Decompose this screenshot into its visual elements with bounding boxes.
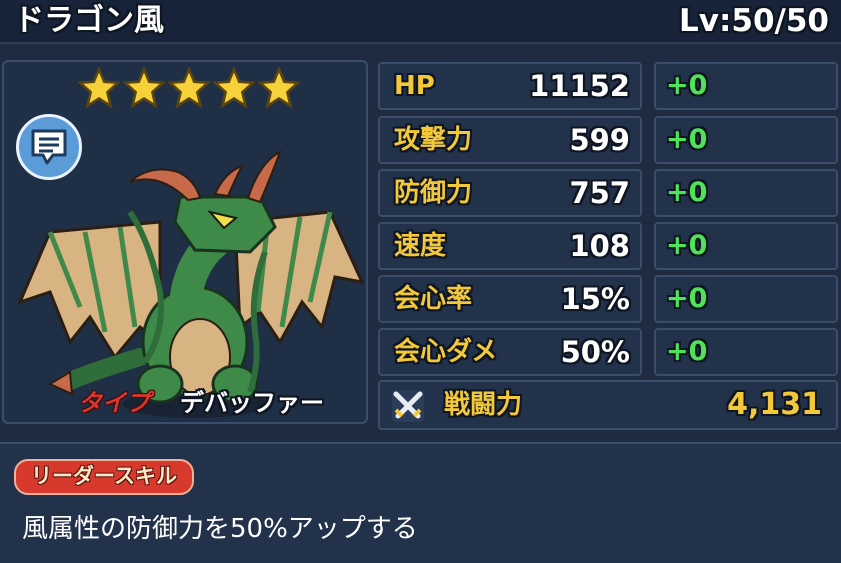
crossed-swords-icon bbox=[392, 390, 424, 422]
leader-skill-description: 風属性の防御力を50%アップする bbox=[22, 514, 418, 544]
bonus-row-crit-rate: +0 bbox=[654, 275, 838, 323]
stat-label: 会心ダメ bbox=[394, 337, 498, 367]
level-indicator: Lv:50/50 bbox=[679, 3, 829, 39]
star-icon bbox=[123, 67, 165, 109]
stat-row-speed: 速度 108 bbox=[378, 222, 642, 270]
combat-power-label: 戦闘力 bbox=[444, 390, 523, 420]
chat-bubble-button[interactable] bbox=[16, 114, 82, 180]
title-bar: ドラゴン風 Lv:50/50 bbox=[0, 0, 841, 44]
stat-row-crit-damage: 会心ダメ 50% bbox=[378, 328, 642, 376]
star-icon bbox=[258, 67, 300, 109]
bonus-value: +0 bbox=[666, 70, 708, 101]
star-icon bbox=[78, 67, 120, 109]
stat-value: 599 bbox=[569, 123, 630, 157]
star-icon bbox=[168, 67, 210, 109]
star-icon bbox=[213, 67, 255, 109]
speech-bubble-icon bbox=[31, 129, 67, 165]
type-value: デバッファー bbox=[180, 389, 324, 417]
leader-skill-tag: リーダースキル bbox=[14, 459, 194, 495]
combat-power-row: 戦闘力 4,131 bbox=[378, 380, 838, 430]
portrait-panel: タイプ デバッファー bbox=[2, 60, 368, 424]
bonus-value: +0 bbox=[666, 124, 708, 155]
type-label: タイプ bbox=[78, 389, 150, 417]
leader-skill-panel: リーダースキル 風属性の防御力を50%アップする bbox=[0, 442, 841, 563]
bonus-row-attack: +0 bbox=[654, 116, 838, 164]
bonus-row-speed: +0 bbox=[654, 222, 838, 270]
bonus-row-defense: +0 bbox=[654, 169, 838, 217]
stat-value: 757 bbox=[569, 176, 630, 210]
stat-value: 11152 bbox=[529, 69, 630, 103]
stat-value: 15% bbox=[560, 282, 630, 316]
bonus-value: +0 bbox=[666, 177, 708, 208]
stat-label: 会心率 bbox=[394, 284, 473, 314]
stat-row-crit-rate: 会心率 15% bbox=[378, 275, 642, 323]
stat-label: 防御力 bbox=[394, 178, 473, 208]
bonus-value: +0 bbox=[666, 230, 708, 261]
stat-row-defense: 防御力 757 bbox=[378, 169, 642, 217]
stat-label: 速度 bbox=[394, 231, 447, 261]
stat-label: HP bbox=[394, 71, 435, 101]
rarity-stars bbox=[78, 67, 300, 109]
stat-row-attack: 攻撃力 599 bbox=[378, 116, 642, 164]
stat-label: 攻撃力 bbox=[394, 125, 473, 155]
character-name: ドラゴン風 bbox=[14, 3, 164, 38]
bonus-row-hp: +0 bbox=[654, 62, 838, 110]
stat-value: 50% bbox=[560, 335, 630, 369]
stat-row-hp: HP 11152 bbox=[378, 62, 642, 110]
combat-power-value: 4,131 bbox=[727, 387, 822, 422]
stat-value: 108 bbox=[569, 229, 630, 263]
bonus-value: +0 bbox=[666, 283, 708, 314]
bonus-value: +0 bbox=[666, 336, 708, 367]
bonus-row-crit-damage: +0 bbox=[654, 328, 838, 376]
